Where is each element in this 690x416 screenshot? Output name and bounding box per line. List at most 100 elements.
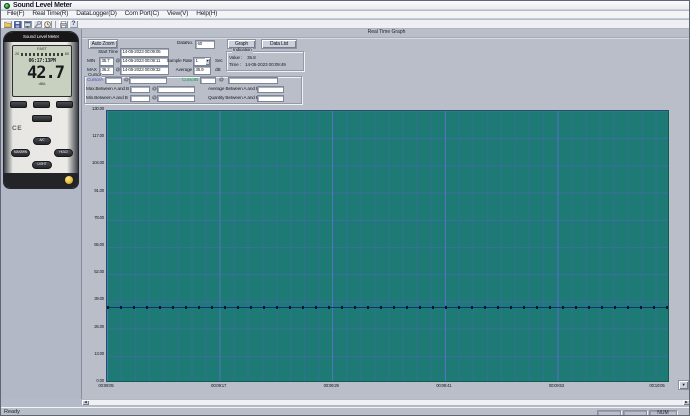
cursor-a-time-field[interactable] <box>129 77 167 84</box>
menu-help[interactable]: Help(H) <box>192 11 221 18</box>
max-time-field[interactable]: 14-05-2023 00:09:32 <box>120 66 169 75</box>
y-tick: 13.00 <box>94 350 104 356</box>
y-tick: 78.00 <box>94 214 104 220</box>
indication-value-label: Value : <box>229 54 243 60</box>
x-tick: 00:09:05 <box>98 383 114 388</box>
min-between-at-sign: @ <box>152 95 157 100</box>
monitor-icon <box>24 20 31 28</box>
menu-bar: File(F) Real Time(R) DataLogger(D) Com P… <box>1 11 689 19</box>
indication-value: 35.8 <box>247 54 256 60</box>
y-tick: 65.00 <box>94 242 104 247</box>
max-between-at-sign: @ <box>152 86 157 91</box>
qty-between-label: Quantity Between A and B <box>208 95 259 100</box>
wrench-icon <box>34 20 41 28</box>
min-label: MIN <box>87 58 96 63</box>
real-time-window-button[interactable] <box>23 20 32 28</box>
max-between-time-field[interactable] <box>157 86 195 93</box>
device-top-band: Sound Level Meter <box>4 32 78 42</box>
avg-between-field[interactable] <box>257 86 284 93</box>
min-between-label: Min.Between A and B <box>86 95 128 100</box>
cursor-b-value-field[interactable] <box>200 77 216 84</box>
menu-datalogger[interactable]: DataLogger(D) <box>72 11 120 18</box>
help-button[interactable]: ? <box>69 20 78 28</box>
device-key-ac: A/C <box>33 137 51 145</box>
min-between-time-field[interactable] <box>157 95 195 102</box>
chevron-down-icon[interactable]: ▼ <box>205 58 210 65</box>
y-tick: 91.00 <box>94 187 104 193</box>
app-window: Sound Level Meter File(F) Real Time(R) D… <box>0 0 690 416</box>
x-tick: 00:09:53 <box>548 383 564 388</box>
client-area: Sound Level Meter FAST 20 80 06:17:13PM … <box>1 29 689 399</box>
cursor-a-value-field[interactable] <box>105 77 122 84</box>
sound-level-series-line <box>107 306 668 309</box>
device-bottom-band <box>4 173 78 188</box>
indication-time-label: Time : <box>229 62 241 67</box>
setup-button[interactable] <box>33 20 42 28</box>
menu-com-port[interactable]: Com Port(C) <box>121 11 163 18</box>
sampling-clock-button[interactable] <box>43 20 52 28</box>
sample-rate-unit: Sec <box>215 58 223 63</box>
lcd-range-low: 20 <box>15 51 20 56</box>
device-key-light: LIGHT <box>32 161 52 169</box>
y-tick: 130.00 <box>92 106 104 111</box>
chart-corner-dropdown-button[interactable]: ▼ <box>678 380 689 390</box>
menu-real-time[interactable]: Real Time(R) <box>28 11 72 18</box>
max-between-label: Max.Between A and B <box>86 86 130 91</box>
device-key-power <box>32 115 52 122</box>
data-no-field[interactable]: 60 <box>195 39 215 49</box>
lcd-range-high: 80 <box>64 51 69 56</box>
toolbar: ? <box>1 20 689 29</box>
menu-view[interactable]: View(V) <box>163 11 192 18</box>
menu-file[interactable]: File(F) <box>3 11 28 18</box>
print-button[interactable] <box>59 20 68 28</box>
device-image: Sound Level Meter FAST 20 80 06:17:13PM … <box>3 31 79 189</box>
indication-group <box>226 51 304 71</box>
data-list-tab-button[interactable]: Data List <box>261 39 297 49</box>
indication-group-title: Indication <box>232 47 253 53</box>
max-between-value-field[interactable] <box>130 86 150 93</box>
open-button[interactable] <box>3 20 12 28</box>
average-field[interactable]: 35.9 <box>193 66 211 75</box>
auto-zoom-button[interactable]: Auto Zoom <box>88 39 118 49</box>
printer-icon <box>60 20 67 28</box>
save-button[interactable] <box>13 20 22 28</box>
status-ready-text: Ready <box>4 409 20 415</box>
sample-rate-value: 1 <box>195 58 199 64</box>
min-value-field[interactable]: 35.7 <box>99 57 114 66</box>
min-time-field[interactable]: 14-05-2023 00:09:11 <box>120 57 169 66</box>
sample-rate-label: Sample Rate <box>166 58 193 63</box>
min-between-value-field[interactable] <box>130 95 150 102</box>
device-lcd: FAST 20 80 06:17:13PM 42.7 dBA <box>12 45 72 97</box>
sample-rate-combo[interactable]: 1 ▼ <box>193 57 211 66</box>
scroll-left-arrow[interactable]: ◀ <box>82 400 89 405</box>
cursor-b-time-field[interactable] <box>228 77 278 84</box>
save-floppy-icon <box>14 20 21 28</box>
y-tick: 104.00 <box>92 160 104 166</box>
status-cell-empty-1 <box>597 409 621 415</box>
cursor-b-at-sign: @ <box>219 77 224 82</box>
x-tick: 00:09:17 <box>211 383 227 388</box>
cursor-a-toggle[interactable]: CursorA <box>87 77 103 83</box>
lcd-mode: FAST <box>37 47 47 51</box>
device-logo <box>65 176 73 184</box>
y-tick: 39.00 <box>94 296 104 302</box>
chart-plot-area[interactable] <box>106 110 669 382</box>
start-time-label: Start Time <box>98 49 118 54</box>
qty-between-field[interactable] <box>257 95 284 102</box>
open-folder-icon <box>4 22 11 27</box>
x-tick: 00:10:05 <box>649 383 665 388</box>
scroll-right-arrow[interactable]: ▶ <box>683 400 689 405</box>
device-key-middle <box>33 101 50 108</box>
toolbar-separator <box>55 20 56 28</box>
x-tick: 00:09:29 <box>323 383 339 388</box>
lcd-value: 42.7 <box>27 62 65 83</box>
question-mark-icon: ? <box>71 19 76 27</box>
start-time-field[interactable]: 14-05-2023 00:09:05 <box>120 48 169 57</box>
status-cell-empty-2 <box>623 409 647 415</box>
panel-title: Real Time Graph <box>367 29 406 35</box>
device-key-hold: HOLD <box>54 149 73 157</box>
horizontal-scrollbar[interactable]: ◀ ▶ <box>81 399 689 406</box>
app-icon <box>4 2 10 9</box>
lcd-unit: dBA <box>38 81 46 86</box>
cursor-b-toggle[interactable]: CursorB <box>182 77 198 83</box>
